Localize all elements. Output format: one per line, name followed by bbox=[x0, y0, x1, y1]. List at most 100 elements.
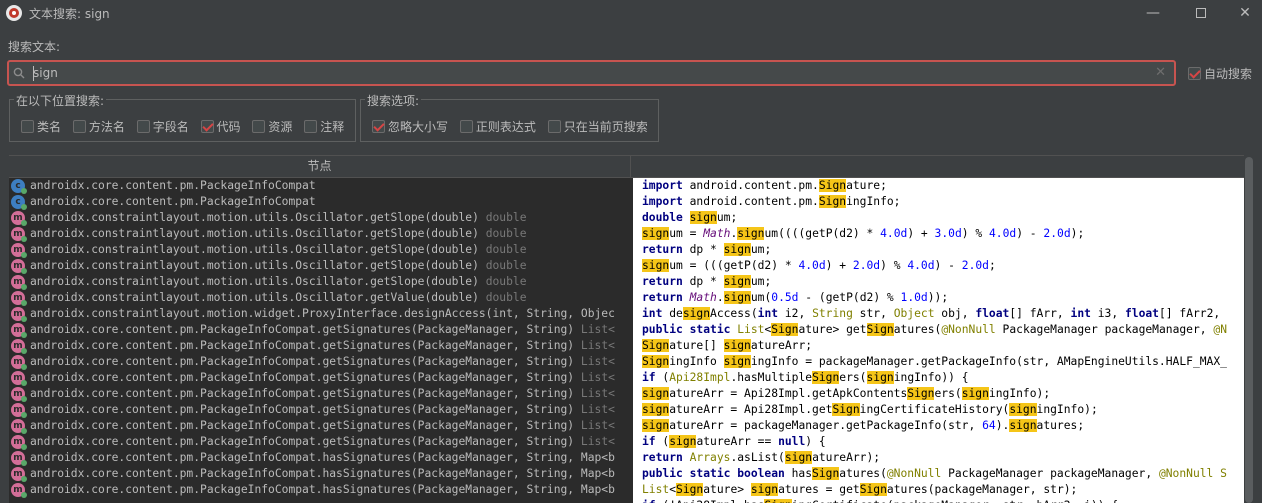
auto-search-checkbox[interactable]: 自动搜索 bbox=[1188, 65, 1252, 82]
method-icon: m bbox=[11, 307, 27, 322]
result-node-name: androidx.core.content.pm.PackageInfoComp… bbox=[30, 339, 615, 352]
result-node-name: androidx.core.content.pm.PackageInfoComp… bbox=[30, 323, 615, 336]
code-line: List<Signature> signatures = getSignatur… bbox=[642, 483, 1078, 496]
code-line: import android.content.pm.SigningInfo; bbox=[642, 195, 901, 208]
match-highlight: sign bbox=[1009, 403, 1037, 416]
results-list[interactable]: c androidx.core.content.pm.PackageInfoCom… bbox=[9, 178, 633, 503]
result-row[interactable]: m androidx.core.content.pm.PackageInfoCom… bbox=[9, 482, 633, 498]
option-current-page-only[interactable]: 只在当前页搜索 bbox=[547, 118, 648, 135]
option-code[interactable]: 代码 bbox=[200, 118, 241, 135]
result-row[interactable]: m androidx.core.content.pm.PackageInfoCom… bbox=[9, 450, 633, 466]
result-return-type: double bbox=[478, 227, 527, 240]
minimize-button[interactable]: — bbox=[1130, 0, 1176, 26]
search-in-group: 在以下位置搜索: 类名 方法名 字段名 代码 资源 注释 bbox=[9, 92, 356, 142]
method-icon: m bbox=[11, 259, 27, 274]
code-line: return Math.signum(0.5d - (getP(d2) % 1.… bbox=[642, 291, 949, 304]
result-node-name: androidx.constraintlayout.motion.utils.O… bbox=[30, 291, 527, 304]
result-row[interactable]: c androidx.core.content.pm.PackageInfoCom… bbox=[9, 178, 633, 194]
column-header-code[interactable] bbox=[632, 156, 1244, 177]
scrollbar-thumb[interactable] bbox=[1245, 157, 1253, 503]
option-class-name[interactable]: 类名 bbox=[21, 118, 61, 135]
match-highlight: Sign bbox=[907, 387, 935, 400]
results-table-header: 节点 bbox=[9, 155, 1244, 178]
result-node-name: androidx.core.content.pm.PackageInfoComp… bbox=[30, 451, 615, 464]
code-line: signum = (((getP(d2) * 4.0d) + 2.0d) % 4… bbox=[642, 259, 996, 272]
match-highlight: Sign bbox=[832, 403, 860, 416]
option-field-name[interactable]: 字段名 bbox=[136, 118, 189, 135]
vertical-scrollbar[interactable] bbox=[1244, 155, 1254, 503]
match-highlight: sign bbox=[642, 259, 670, 272]
result-row[interactable]: m androidx.core.content.pm.PackageInfoCom… bbox=[9, 370, 633, 386]
code-line: public static boolean hasSignatures(@Non… bbox=[642, 467, 1227, 480]
match-highlight: sign bbox=[723, 339, 751, 352]
match-highlight: Sign bbox=[764, 499, 792, 503]
result-row[interactable]: m androidx.core.content.pm.PackageInfoCom… bbox=[9, 402, 633, 418]
result-node-name: androidx.core.content.pm.PackageInfoComp… bbox=[30, 195, 316, 208]
result-return-type: double bbox=[478, 211, 527, 224]
result-row[interactable]: m androidx.constraintlayout.motion.utils.… bbox=[9, 290, 633, 306]
option-comment[interactable]: 注释 bbox=[304, 118, 344, 135]
method-icon: m bbox=[11, 371, 27, 386]
result-row[interactable]: m androidx.constraintlayout.motion.widget… bbox=[9, 306, 633, 322]
result-row[interactable]: m androidx.core.content.pm.PackageInfoCom… bbox=[9, 338, 633, 354]
auto-search-label: 自动搜索 bbox=[1204, 67, 1253, 81]
result-row[interactable]: m androidx.constraintlayout.motion.utils.… bbox=[9, 242, 633, 258]
result-node-name: androidx.core.content.pm.PackageInfoComp… bbox=[30, 403, 615, 416]
search-input[interactable]: sign ✕ bbox=[7, 60, 1176, 86]
method-icon: m bbox=[11, 387, 27, 402]
match-highlight: sign bbox=[961, 387, 989, 400]
result-node-name: androidx.constraintlayout.motion.widget.… bbox=[30, 307, 615, 320]
method-icon: m bbox=[11, 467, 27, 482]
result-row[interactable]: m androidx.constraintlayout.motion.utils.… bbox=[9, 210, 633, 226]
column-header-node[interactable]: 节点 bbox=[9, 156, 631, 177]
class-icon: c bbox=[11, 179, 27, 194]
result-row[interactable]: c androidx.core.content.pm.PackageInfoCom… bbox=[9, 194, 633, 210]
result-row[interactable]: m androidx.core.content.pm.PackageInfoCom… bbox=[9, 466, 633, 482]
result-row[interactable]: m androidx.core.content.pm.PackageInfoCom… bbox=[9, 386, 633, 402]
result-row[interactable]: m androidx.core.content.pm.PackageInfoCom… bbox=[9, 354, 633, 370]
match-highlight: sign bbox=[723, 291, 751, 304]
option-method-name[interactable]: 方法名 bbox=[72, 118, 125, 135]
result-return-type: List< bbox=[574, 419, 615, 432]
option-ignore-case[interactable]: 忽略大小写 bbox=[372, 118, 448, 135]
result-row[interactable]: m androidx.constraintlayout.motion.utils.… bbox=[9, 258, 633, 274]
result-node-name: androidx.core.content.pm.PackageInfoComp… bbox=[30, 435, 615, 448]
result-return-type: double bbox=[478, 243, 527, 256]
result-row[interactable]: m androidx.constraintlayout.motion.utils.… bbox=[9, 274, 633, 290]
match-highlight: Sign bbox=[812, 467, 840, 480]
close-button[interactable]: ✕ bbox=[1222, 0, 1262, 26]
result-return-type: List< bbox=[574, 371, 615, 384]
match-highlight: Sign bbox=[676, 483, 704, 496]
method-icon: m bbox=[11, 355, 27, 370]
method-icon: m bbox=[11, 339, 27, 354]
code-line: public static List<Signature> getSignatu… bbox=[642, 323, 1228, 336]
match-highlight: Sign bbox=[866, 323, 894, 336]
result-row[interactable]: m androidx.constraintlayout.motion.utils.… bbox=[9, 226, 633, 242]
result-return-type: List< bbox=[574, 339, 615, 352]
match-highlight: sign bbox=[1009, 419, 1037, 432]
result-row[interactable]: m androidx.core.content.pm.PackageInfoCom… bbox=[9, 418, 633, 434]
result-row[interactable]: m androidx.core.content.pm.PackageInfoCom… bbox=[9, 434, 633, 450]
method-icon: m bbox=[11, 451, 27, 466]
clear-icon[interactable]: ✕ bbox=[1155, 65, 1166, 80]
option-regex[interactable]: 正则表达式 bbox=[459, 118, 536, 135]
maximize-button[interactable] bbox=[1178, 0, 1224, 26]
option-resource[interactable]: 资源 bbox=[252, 118, 292, 135]
match-highlight: sign bbox=[642, 403, 670, 416]
search-options-group: 搜索选项: 忽略大小写 正则表达式 只在当前页搜索 bbox=[360, 92, 659, 142]
match-highlight: sign bbox=[723, 355, 751, 368]
app-logo-icon bbox=[6, 5, 22, 21]
result-row[interactable]: m androidx.core.content.pm.PackageInfoCom… bbox=[9, 322, 633, 338]
search-icon bbox=[13, 67, 25, 79]
search-in-title: 在以下位置搜索: bbox=[14, 92, 107, 109]
search-text-label: 搜索文本: bbox=[8, 40, 61, 54]
match-highlight: sign bbox=[784, 451, 813, 464]
code-line: int designAccess(int i2, String str, Obj… bbox=[642, 307, 1227, 320]
result-return-type: List< bbox=[574, 387, 615, 400]
result-node-name: androidx.core.content.pm.PackageInfoComp… bbox=[30, 371, 615, 384]
result-node-name: androidx.constraintlayout.motion.utils.O… bbox=[30, 243, 527, 256]
match-highlight: Sign bbox=[818, 179, 847, 192]
auto-search-check-icon[interactable] bbox=[1188, 67, 1201, 80]
match-highlight: sign bbox=[642, 387, 670, 400]
result-node-name: androidx.core.content.pm.PackageInfoComp… bbox=[30, 467, 615, 480]
